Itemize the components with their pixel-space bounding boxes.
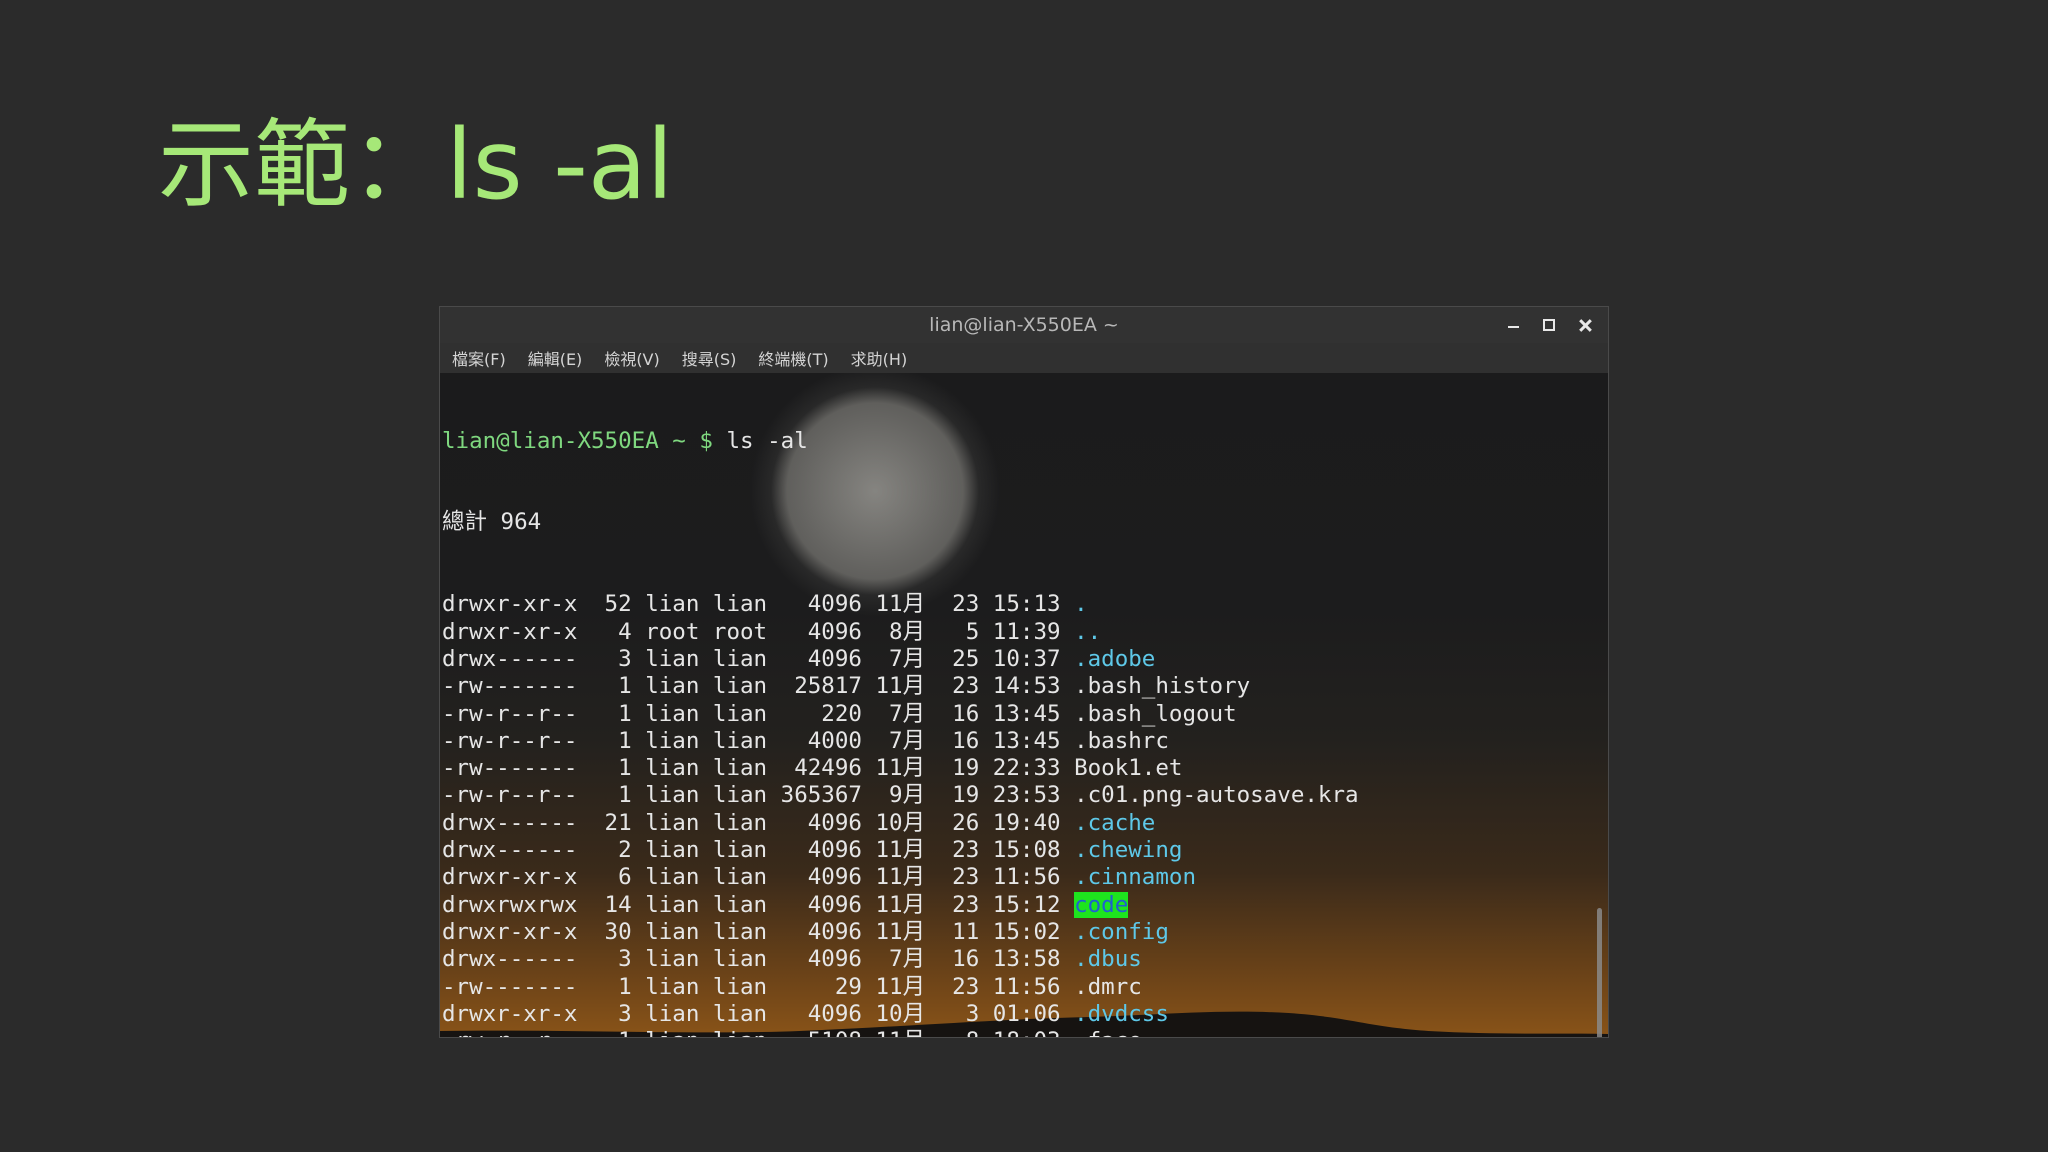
entry-name: .adobe — [1074, 645, 1156, 672]
menu-view[interactable]: 檢視(V) — [604, 346, 659, 370]
entry-name: Book1.et — [1074, 755, 1183, 782]
entry-info: -rw------- 1 lian lian 25817 11月 23 14:5… — [442, 673, 1075, 700]
entry-info: drwx------ 3 lian lian 4096 7月 16 13:58 — [442, 946, 1075, 973]
listing-row: drwxr-xr-x 30 lian lian 4096 11月 11 15:0… — [442, 919, 1359, 946]
entry-name: .cinnamon — [1074, 864, 1196, 891]
listing-row: drwx------ 2 lian lian 4096 11月 23 15:08… — [442, 837, 1359, 864]
listing-row: drwxr-xr-x 4 root root 4096 8月 5 11:39 .… — [442, 619, 1359, 646]
maximize-icon — [1543, 319, 1555, 331]
entry-name: .config — [1074, 918, 1169, 945]
close-button[interactable] — [1574, 314, 1596, 336]
listing-row: -rw-r--r-- 1 lian lian 5108 11月 8 18:03 … — [442, 1028, 1359, 1037]
menu-file[interactable]: 檔案(F) — [452, 346, 506, 370]
listing-row: drwx------ 21 lian lian 4096 10月 26 19:4… — [442, 810, 1359, 837]
entry-name: .cache — [1074, 809, 1156, 836]
window-title: lian@lian-X550EA ~ — [929, 314, 1119, 336]
maximize-button[interactable] — [1538, 314, 1560, 336]
menu-terminal[interactable]: 終端機(T) — [758, 346, 828, 370]
entry-name: .chewing — [1074, 837, 1183, 864]
entry-info: drwxr-xr-x 52 lian lian 4096 11月 23 15:1… — [442, 591, 1075, 618]
entry-info: drwx------ 2 lian lian 4096 11月 23 15:08 — [442, 837, 1075, 864]
entry-name: .c01.png-autosave.kra — [1074, 782, 1359, 809]
terminal-output-area[interactable]: lian@lian-X550EA ~ $ ls -al 總計 964 drwxr… — [440, 373, 1608, 1037]
listing-row: -rw------- 1 lian lian 25817 11月 23 14:5… — [442, 673, 1359, 700]
entry-info: drwxr-xr-x 3 lian lian 4096 10月 3 01:06 — [442, 1000, 1075, 1027]
entry-info: drwx------ 21 lian lian 4096 10月 26 19:4… — [442, 809, 1075, 836]
terminal-text: lian@lian-X550EA ~ $ ls -al 總計 964 drwxr… — [442, 373, 1359, 1037]
menu-help[interactable]: 求助(H) — [851, 346, 908, 370]
listing-row: -rw-r--r-- 1 lian lian 220 7月 16 13:45 .… — [442, 701, 1359, 728]
shell-prompt: lian@lian-X550EA ~ $ — [442, 427, 727, 454]
entry-name: .dbus — [1074, 946, 1142, 973]
entry-name: .dmrc — [1074, 973, 1142, 1000]
command-text: ls -al — [726, 427, 808, 454]
menu-search[interactable]: 搜尋(S) — [682, 346, 737, 370]
listing-row: drwxr-xr-x 6 lian lian 4096 11月 23 11:56… — [442, 864, 1359, 891]
command-line: lian@lian-X550EA ~ $ ls -al — [442, 428, 1359, 455]
listing-row: -rw------- 1 lian lian 42496 11月 19 22:3… — [442, 755, 1359, 782]
listing-row: drwxrwxrwx 14 lian lian 4096 11月 23 15:1… — [442, 891, 1359, 919]
entry-info: drwxr-xr-x 4 root root 4096 8月 5 11:39 — [442, 618, 1075, 645]
total-line: 總計 964 — [442, 509, 542, 536]
scrollbar-thumb[interactable] — [1597, 908, 1602, 1037]
listing-row: -rw-r--r-- 1 lian lian 365367 9月 19 23:5… — [442, 782, 1359, 809]
window-controls — [1502, 307, 1596, 343]
listing-row: drwxr-xr-x 52 lian lian 4096 11月 23 15:1… — [442, 591, 1359, 618]
entry-info: drwxr-xr-x 6 lian lian 4096 11月 23 11:56 — [442, 864, 1075, 891]
entry-info: -rw-r--r-- 1 lian lian 5108 11月 8 18:03 — [442, 1028, 1074, 1037]
menubar: 檔案(F) 編輯(E) 檢視(V) 搜尋(S) 終端機(T) 求助(H) — [440, 343, 1608, 373]
entry-name: . — [1074, 591, 1088, 618]
close-icon — [1579, 319, 1592, 332]
entry-info: -rw------- 1 lian lian 42496 11月 19 22:3… — [442, 755, 1075, 782]
entry-name: .face — [1074, 1028, 1142, 1037]
entry-name: .bash_logout — [1074, 700, 1237, 727]
entry-info: -rw------- 1 lian lian 29 11月 23 11:56 — [442, 973, 1075, 1000]
terminal-window: lian@lian-X550EA ~ 檔案(F) 編輯(E) 檢視(V) 搜尋(… — [439, 306, 1609, 1038]
slide-title: 示範：ls -al — [158, 109, 674, 221]
minimize-icon — [1507, 326, 1519, 328]
listing-row: drwx------ 3 lian lian 4096 7月 25 10:37 … — [442, 646, 1359, 673]
entry-name: .bash_history — [1074, 673, 1251, 700]
listing-row: -rw-r--r-- 1 lian lian 4000 7月 16 13:45 … — [442, 728, 1359, 755]
entry-name: .bashrc — [1074, 727, 1169, 754]
entry-info: -rw-r--r-- 1 lian lian 4000 7月 16 13:45 — [442, 727, 1075, 754]
entry-name: code — [1074, 891, 1129, 918]
menu-edit[interactable]: 編輯(E) — [528, 346, 583, 370]
entry-name: .dvdcss — [1074, 1000, 1169, 1027]
listing-row: drwx------ 3 lian lian 4096 7月 16 13:58 … — [442, 946, 1359, 973]
entry-info: drwxr-xr-x 30 lian lian 4096 11月 11 15:0… — [442, 918, 1075, 945]
entry-info: -rw-r--r-- 1 lian lian 220 7月 16 13:45 — [442, 700, 1075, 727]
window-titlebar[interactable]: lian@lian-X550EA ~ — [440, 307, 1608, 343]
listing-row: drwxr-xr-x 3 lian lian 4096 10月 3 01:06 … — [442, 1001, 1359, 1028]
entry-info: -rw-r--r-- 1 lian lian 365367 9月 19 23:5… — [442, 782, 1075, 809]
listing-row: -rw------- 1 lian lian 29 11月 23 11:56 .… — [442, 974, 1359, 1001]
entry-name: .. — [1074, 618, 1102, 645]
minimize-button[interactable] — [1502, 314, 1524, 336]
entry-info: drwx------ 3 lian lian 4096 7月 25 10:37 — [442, 645, 1075, 672]
entry-info: drwxrwxrwx 14 lian lian 4096 11月 23 15:1… — [442, 891, 1075, 918]
